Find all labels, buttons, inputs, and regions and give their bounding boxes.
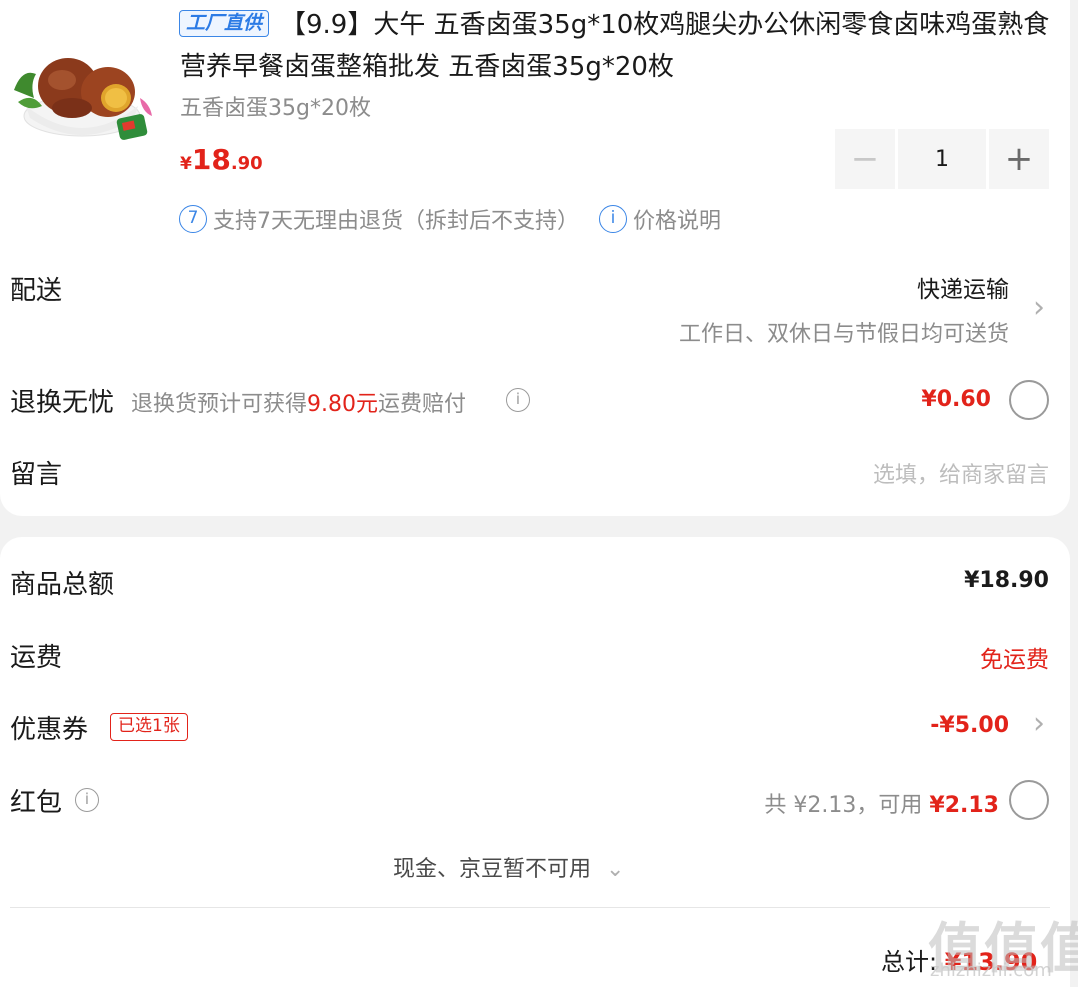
red-packet-available: ¥2.13 bbox=[929, 793, 999, 818]
price-info-link[interactable]: 价格说明 bbox=[633, 203, 721, 235]
return-policy-text: 支持7天无理由退货（拆封后不支持） bbox=[213, 209, 579, 234]
chevron-down-icon: ⌄ bbox=[606, 857, 625, 882]
delivery-label: 配送 bbox=[10, 276, 63, 306]
red-packet-amount: 共 ¥2.13，可用 ¥2.13 bbox=[764, 787, 999, 819]
return-worry-radio[interactable] bbox=[1009, 380, 1049, 420]
factory-direct-tag: 工厂直供 bbox=[179, 10, 270, 37]
quantity-stepper: − 1 + bbox=[835, 129, 1049, 189]
message-label: 留言 bbox=[10, 460, 63, 490]
info-icon[interactable]: i bbox=[599, 205, 627, 233]
cash-beans-toggle[interactable]: 现金、京豆暂不可用 ⌄ bbox=[393, 851, 624, 883]
chevron-right-icon[interactable]: › bbox=[1033, 290, 1045, 325]
coupon-label: 优惠券 bbox=[10, 715, 89, 745]
cash-beans-note: 现金、京豆暂不可用 bbox=[393, 857, 592, 882]
coupon-value[interactable]: -¥5.00 bbox=[930, 713, 1009, 738]
return-worry-desc-prefix: 退换货预计可获得 bbox=[131, 392, 308, 417]
shipping-value: 免运费 bbox=[980, 647, 1049, 673]
product-spec[interactable]: 五香卤蛋35g*20枚 bbox=[180, 90, 371, 122]
red-packet-total: 共 ¥2.13，可用 bbox=[764, 793, 923, 818]
red-packet-radio[interactable] bbox=[1009, 780, 1049, 820]
chevron-right-icon[interactable]: › bbox=[1033, 706, 1045, 741]
return-worry-desc-suffix: 运费赔付 bbox=[378, 392, 467, 417]
service-row: 7 支持7天无理由退货（拆封后不支持） i 价格说明 bbox=[179, 203, 721, 235]
price-currency: ¥ bbox=[180, 154, 192, 174]
goods-total-label: 商品总额 bbox=[10, 570, 115, 600]
price-decimal: .90 bbox=[230, 153, 263, 174]
info-icon[interactable]: i bbox=[75, 788, 99, 812]
product-card: 【9.9】大午 五香卤蛋35g*10枚鸡腿尖办公休闲零食卤味鸡蛋熟食营养早餐卤蛋… bbox=[0, 0, 1070, 516]
quantity-value[interactable]: 1 bbox=[898, 129, 986, 189]
product-image[interactable] bbox=[10, 28, 160, 146]
coupon-selected-badge: 已选1张 bbox=[110, 713, 188, 741]
return-worry-desc: 退换货预计可获得9.80元运费赔付 bbox=[131, 386, 466, 418]
divider bbox=[10, 907, 1050, 908]
price-integer: 18 bbox=[191, 143, 231, 176]
product-image-graphic bbox=[14, 58, 152, 140]
delivery-detail: 工作日、双休日与节假日均可送货 bbox=[678, 322, 1009, 347]
increase-quantity-button[interactable]: + bbox=[989, 129, 1049, 189]
delivery-method[interactable]: 快递运输 bbox=[917, 270, 1009, 304]
product-price: ¥18.90 bbox=[180, 143, 263, 176]
goods-total-value: ¥18.90 bbox=[964, 568, 1049, 593]
message-input[interactable]: 选填，给商家留言 bbox=[873, 457, 1049, 489]
decrease-quantity-button[interactable]: − bbox=[835, 129, 895, 189]
red-packet-label: 红包 bbox=[10, 788, 63, 818]
info-icon[interactable]: i bbox=[506, 388, 530, 412]
return-worry-label: 退换无忧 bbox=[10, 388, 115, 418]
return-worry-amount: 9.80元 bbox=[307, 392, 379, 417]
order-summary-card bbox=[0, 537, 1070, 987]
site-watermark-url: zhizhizhi.com bbox=[930, 960, 1052, 981]
return-worry-price: ¥0.60 bbox=[921, 387, 991, 412]
shipping-label: 运费 bbox=[10, 643, 63, 673]
product-title[interactable]: 【9.9】大午 五香卤蛋35g*10枚鸡腿尖办公休闲零食卤味鸡蛋熟食营养早餐卤蛋… bbox=[180, 4, 1050, 88]
seven-day-return-icon: 7 bbox=[179, 205, 207, 233]
